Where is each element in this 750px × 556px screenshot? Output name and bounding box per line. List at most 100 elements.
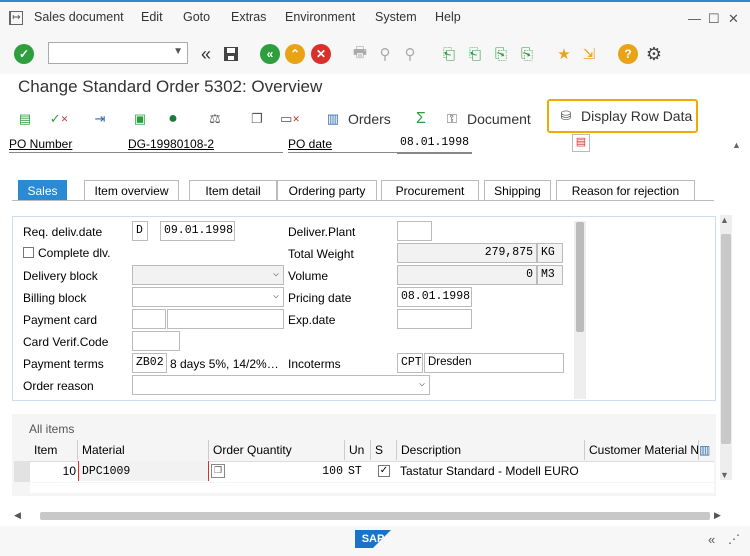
menu-system[interactable]: System xyxy=(375,10,417,24)
billing-block-dropdown[interactable]: ⌵ xyxy=(132,287,284,307)
page-scrollbar-thumb[interactable] xyxy=(721,234,731,444)
first-page-icon[interactable]: ⎗ xyxy=(438,43,460,65)
menu-goto[interactable]: Goto xyxy=(183,10,210,24)
exp-date-field[interactable] xyxy=(397,309,472,329)
previous-page-icon[interactable]: ⎗ xyxy=(464,43,486,65)
check-icon[interactable]: ✓ ✕ xyxy=(50,108,74,130)
description-cell[interactable]: Tastatur Standard - Modell EURO xyxy=(397,461,585,481)
deliver-plant-field[interactable] xyxy=(397,221,432,241)
business-partner-icon[interactable]: ● xyxy=(164,108,188,130)
payment-card-type-field[interactable] xyxy=(132,309,166,329)
exit-icon[interactable]: ↦ xyxy=(9,11,23,25)
column-header-description[interactable]: Description xyxy=(397,440,585,460)
unit-cell[interactable]: ST xyxy=(345,461,371,481)
enter-icon[interactable]: ✓ xyxy=(13,43,35,65)
menu-help[interactable]: Help xyxy=(435,10,461,24)
help-icon[interactable]: ? xyxy=(617,43,639,65)
panel-scrollbar-thumb[interactable] xyxy=(576,222,584,332)
scroll-right-icon[interactable]: ▶ xyxy=(714,510,721,521)
req-deliv-date-label: Req. deliv.date xyxy=(23,225,103,239)
header-document-icon[interactable]: ▣ xyxy=(131,108,155,130)
scroll-up-icon[interactable]: ▲ xyxy=(720,215,729,225)
sum-button[interactable]: Σ xyxy=(412,108,436,130)
tab-strip-line xyxy=(12,200,714,201)
command-field[interactable]: ▼ xyxy=(48,42,188,64)
req-deliv-date-format-field[interactable]: D xyxy=(132,221,148,241)
scroll-down-icon[interactable]: ▼ xyxy=(720,470,729,480)
column-header-customer-material[interactable]: Customer Material Nu xyxy=(585,440,699,460)
menu-extras[interactable]: Extras xyxy=(231,10,266,24)
po-number-underline xyxy=(9,152,283,153)
column-header-unit[interactable]: Un xyxy=(345,440,371,460)
req-deliv-date-field[interactable]: 09.01.1998 xyxy=(160,221,235,241)
menu-sales-document[interactable]: Sales document xyxy=(34,10,124,24)
material-cell[interactable]: DPC1009 xyxy=(78,461,209,481)
menu-edit[interactable]: Edit xyxy=(141,10,163,24)
status-checkbox[interactable]: ✓ xyxy=(378,465,390,477)
tab-sales[interactable]: Sales xyxy=(18,180,67,200)
table-settings-icon[interactable]: ▥ xyxy=(699,443,714,458)
column-header-material[interactable]: Material xyxy=(78,440,209,460)
maximize-icon[interactable]: ☐ xyxy=(708,11,720,27)
order-reason-dropdown[interactable]: ⌵ xyxy=(132,375,430,395)
column-header-item[interactable]: Item xyxy=(30,440,78,460)
tab-item-detail[interactable]: Item detail xyxy=(189,180,277,200)
volume-field: 0 xyxy=(397,265,537,285)
exit-transaction-icon[interactable]: ⌃ xyxy=(284,43,306,65)
tab-ordering-party[interactable]: Ordering party xyxy=(277,180,377,200)
chevron-down-icon: ⌵ xyxy=(418,379,425,390)
minimize-icon[interactable]: — xyxy=(688,11,701,26)
delete-item-icon[interactable]: ▭ ✕ xyxy=(280,108,305,130)
po-date-field[interactable]: 08.01.1998 xyxy=(397,134,472,154)
card-verif-code-field[interactable] xyxy=(132,331,180,351)
value-help-icon[interactable]: ❐ xyxy=(211,464,225,478)
new-session-icon[interactable]: ★ xyxy=(553,43,575,65)
resize-grip-icon[interactable]: ⋰ xyxy=(728,532,740,546)
document-button[interactable]: ⚿ Document xyxy=(443,108,531,130)
display-doc-flow-icon[interactable]: ▤ xyxy=(16,108,40,130)
horizontal-scrollbar-thumb[interactable] xyxy=(40,512,710,520)
outer-scroll-up-icon[interactable]: ▲ xyxy=(732,140,741,150)
display-row-data-button[interactable]: ⛁ Display Row Data xyxy=(547,99,698,133)
collapse-status-icon[interactable]: « xyxy=(708,532,715,547)
save-icon[interactable] xyxy=(220,43,242,65)
document-icon: ⚿ xyxy=(447,111,457,126)
shortcut-icon[interactable]: ⇲ xyxy=(578,43,600,65)
balance-icon[interactable]: ⚖ xyxy=(206,108,230,130)
row-selector[interactable] xyxy=(14,461,30,482)
sales-tab-panel xyxy=(12,216,716,401)
scroll-left-icon[interactable]: ◀ xyxy=(14,510,21,521)
back-icon[interactable]: « xyxy=(259,43,281,65)
column-header-order-quantity[interactable]: Order Quantity xyxy=(209,440,345,460)
orders-button[interactable]: ▥ Orders xyxy=(324,108,391,130)
copy-icon[interactable]: ❐ xyxy=(248,108,272,130)
menu-environment[interactable]: Environment xyxy=(285,10,355,24)
sigma-icon: Σ xyxy=(416,110,426,127)
tab-item-overview[interactable]: Item overview xyxy=(84,180,179,200)
tab-procurement[interactable]: Procurement xyxy=(381,180,479,200)
column-header-status[interactable]: S xyxy=(371,440,397,460)
delivery-block-dropdown[interactable]: ⌵ xyxy=(132,265,284,285)
last-page-icon[interactable]: ⎘ xyxy=(516,43,538,65)
tab-reason-for-rejection[interactable]: Reason for rejection xyxy=(556,180,695,200)
double-left-icon[interactable]: « xyxy=(195,43,217,65)
order-quantity-cell[interactable]: 100 xyxy=(226,461,345,481)
payment-terms-code-field[interactable]: ZB02 xyxy=(132,353,167,373)
po-number-value[interactable]: DG-19980108-2 xyxy=(128,137,214,151)
cancel-icon[interactable]: ✕ xyxy=(310,43,332,65)
print-icon: 🖶 xyxy=(352,43,368,61)
next-page-icon[interactable]: ⎘ xyxy=(490,43,512,65)
payment-card-number-field[interactable] xyxy=(167,309,284,329)
goto-icon[interactable]: ⇥ xyxy=(91,108,115,130)
items-table-title: All items xyxy=(29,422,75,436)
item-cell[interactable]: 10 xyxy=(30,461,78,481)
pricing-date-field[interactable]: 08.01.1998 xyxy=(397,287,472,307)
close-icon[interactable]: ✕ xyxy=(728,11,739,27)
complete-dlv-checkbox[interactable] xyxy=(23,247,34,258)
settings-gear-icon[interactable]: ⚙ xyxy=(643,43,665,65)
total-weight-label: Total Weight xyxy=(288,247,354,261)
incoterms-code-field[interactable]: CPT xyxy=(397,353,423,373)
tab-shipping[interactable]: Shipping xyxy=(484,180,551,200)
document-info-icon[interactable]: ▤ xyxy=(572,134,590,152)
incoterms-place-field[interactable]: Dresden xyxy=(424,353,564,373)
